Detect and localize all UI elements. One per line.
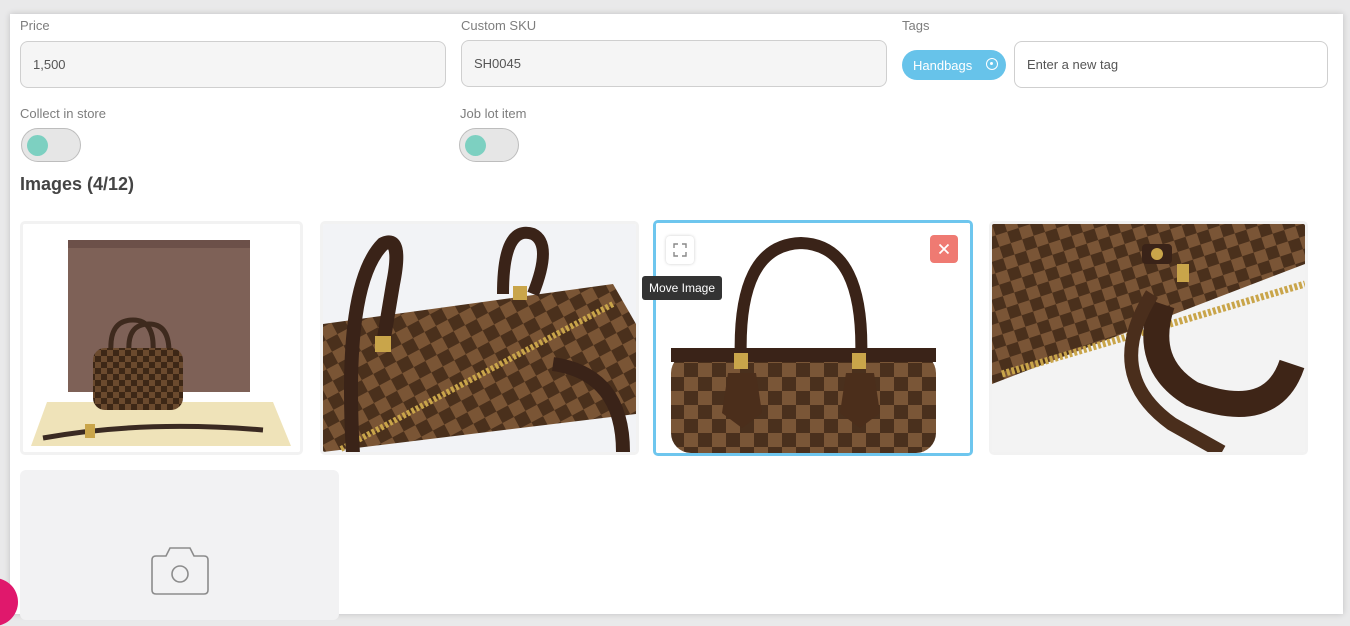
price-input[interactable]: 1,500	[20, 41, 446, 88]
custom-sku-value: SH0045	[474, 56, 521, 71]
product-image-3	[656, 223, 970, 453]
camera-icon	[151, 547, 209, 595]
add-image-button[interactable]	[20, 470, 339, 620]
tag-chip-label: Handbags	[913, 57, 973, 73]
images-heading: Images (4/12)	[20, 174, 135, 194]
price-label: Price	[20, 18, 50, 33]
custom-sku-input[interactable]: SH0045	[461, 40, 887, 87]
move-image-button[interactable]	[666, 236, 694, 264]
job-lot-item-toggle[interactable]	[459, 128, 519, 162]
image-card-2[interactable]	[320, 221, 639, 455]
new-tag-input[interactable]: Enter a new tag	[1014, 41, 1328, 88]
product-image-4	[992, 224, 1305, 452]
tags-label: Tags	[902, 18, 930, 33]
new-tag-placeholder: Enter a new tag	[1027, 57, 1119, 72]
price-value: 1,500	[33, 57, 66, 72]
move-image-tooltip: Move Image	[642, 276, 723, 300]
product-image-2	[323, 224, 636, 452]
circle-dot-icon[interactable]	[986, 58, 998, 70]
collect-in-store-label: Collect in store	[20, 106, 106, 121]
close-icon	[938, 243, 950, 255]
image-card-4[interactable]	[989, 221, 1308, 455]
delete-image-button[interactable]	[930, 235, 958, 263]
tag-chip-handbags[interactable]: Handbags	[902, 50, 1006, 80]
toggle-knob	[465, 135, 486, 156]
job-lot-item-label: Job lot item	[460, 106, 527, 121]
image-card-1[interactable]	[20, 221, 303, 455]
custom-sku-label: Custom SKU	[461, 18, 537, 33]
collect-in-store-toggle[interactable]	[21, 128, 81, 162]
product-image-1	[23, 224, 300, 452]
expand-arrows-icon	[673, 243, 687, 257]
product-form-panel: Price 1,500 Custom SKU SH0045 Tags Handb…	[10, 14, 1343, 620]
image-card-3[interactable]	[653, 220, 973, 456]
toggle-knob	[27, 135, 48, 156]
